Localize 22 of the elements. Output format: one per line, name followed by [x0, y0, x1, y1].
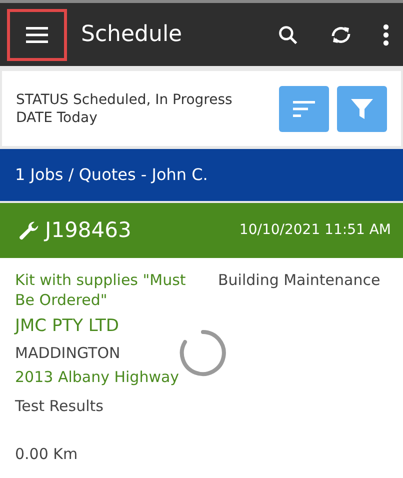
menu-icon [26, 26, 48, 42]
job-number: J198463 [45, 216, 132, 244]
screen-title: Schedule [81, 21, 184, 49]
job-category: Building Maintenance [218, 270, 380, 291]
menu-button[interactable] [7, 8, 67, 60]
search-icon[interactable] [277, 24, 299, 46]
summary-text: 1 Jobs / Quotes - John C. [15, 164, 208, 186]
street-address: 2013 Albany Highway [15, 367, 180, 388]
filter-icon [351, 98, 373, 118]
job-description: Kit with supplies "Must Be Ordered" [15, 270, 187, 310]
company-name: JMC PTY LTD [15, 315, 120, 338]
job-note: Test Results [15, 396, 104, 416]
job-card[interactable]: Kit with supplies "Must Be Ordered" Building Maintenance JMC PTY LTD MADDINGTON 2013 Albany Highway Test Results 0.00 Km [0, 258, 403, 478]
more-icon[interactable] [383, 24, 389, 46]
wrench-icon [18, 220, 40, 242]
job-datetime: 10/10/2021 11:51 AM [239, 221, 391, 240]
suburb: MADDINGTON [15, 342, 122, 364]
job-header[interactable]: J198463 10/10/2021 11:51 AM [0, 203, 403, 258]
distance: 0.00 Km [15, 444, 79, 465]
filter-summary: DATE Today [16, 108, 98, 126]
filter-summary: STATUS Scheduled, In Progress [16, 90, 234, 108]
sort-icon [293, 100, 315, 116]
